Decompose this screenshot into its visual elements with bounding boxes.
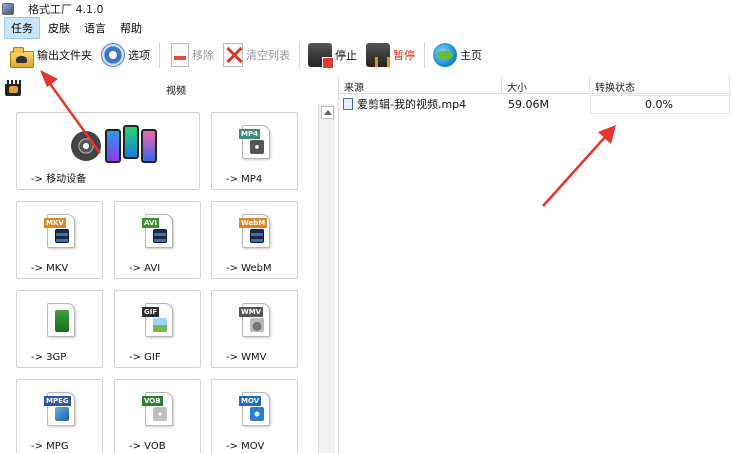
clear-list-label: 清空列表: [246, 49, 290, 62]
task-list: 来源 大小 转换状态 爱剪辑-我的视频.mp4 59.06M 0.0%: [338, 76, 732, 453]
tile-caption: -> VOB: [129, 441, 166, 452]
tile-caption: -> MPG: [31, 441, 69, 452]
tile-caption: -> MKV: [31, 263, 69, 274]
gif-file-icon: GIF: [142, 303, 173, 337]
output-folder-label: 输出文件夹: [37, 49, 92, 62]
video-category-panel: 视频 -> 移动设备 MP4 -> MP4 MKV -> MKV AVI -> …: [0, 76, 335, 453]
title-bar: 格式工厂 4.1.0: [0, 0, 732, 18]
mov-file-icon: MOV: [239, 392, 270, 426]
home-button[interactable]: 主页: [429, 40, 487, 70]
home-label: 主页: [460, 49, 482, 62]
options-label: 选项: [128, 49, 150, 62]
remove-label: 移除: [192, 49, 214, 62]
column-size[interactable]: 大小: [502, 76, 590, 94]
tile-caption: -> 3GP: [31, 352, 67, 363]
mobile-devices-icon: [71, 125, 171, 165]
task-list-header: 来源 大小 转换状态: [339, 76, 732, 94]
3gp-file-icon: [47, 303, 75, 337]
toolbar-separator: [299, 42, 300, 68]
toolbar: 输出文件夹 选项 移除 清空列表 停止 暂停 主页: [0, 38, 732, 72]
tile-mov[interactable]: MOV -> MOV: [211, 379, 298, 453]
tile-mkv[interactable]: MKV -> MKV: [16, 201, 103, 279]
pause-button[interactable]: 暂停: [362, 40, 420, 70]
tile-webm[interactable]: WebM -> WebM: [211, 201, 298, 279]
stop-label: 停止: [335, 49, 357, 62]
tile-avi[interactable]: AVI -> AVI: [114, 201, 201, 279]
options-button[interactable]: 选项: [97, 40, 155, 70]
menu-language[interactable]: 语言: [78, 18, 112, 38]
stop-icon: [308, 43, 334, 69]
tile-caption: -> MOV: [226, 441, 265, 452]
tile-caption: -> WMV: [226, 352, 267, 363]
remove-button[interactable]: 移除: [164, 40, 219, 70]
avi-file-icon: AVI: [142, 214, 173, 248]
window-title: 格式工厂 4.1.0: [28, 3, 104, 16]
format-tile-grid: -> 移动设备 MP4 -> MP4 MKV -> MKV AVI -> AVI…: [0, 100, 318, 453]
output-folder-button[interactable]: 输出文件夹: [6, 40, 97, 70]
remove-icon: [171, 43, 189, 67]
toolbar-separator: [159, 42, 160, 68]
format-grid-scrollbar[interactable]: [318, 104, 335, 453]
column-source[interactable]: 来源: [339, 76, 502, 94]
task-source: 爱剪辑-我的视频.mp4: [357, 98, 467, 111]
pause-icon: [366, 43, 390, 67]
stop-button[interactable]: 停止: [304, 40, 362, 70]
tile-caption: -> GIF: [129, 352, 161, 363]
video-clapper-icon: [5, 80, 21, 96]
globe-icon: [433, 43, 457, 67]
task-status: 0.0%: [590, 94, 730, 114]
folder-icon: [10, 46, 34, 68]
pause-label: 暂停: [393, 49, 415, 62]
tile-caption: -> WebM: [226, 263, 272, 274]
toolbar-separator: [424, 42, 425, 68]
menu-skin[interactable]: 皮肤: [42, 18, 76, 38]
task-source-cell: 爱剪辑-我的视频.mp4: [339, 94, 502, 114]
column-status[interactable]: 转换状态: [590, 76, 730, 94]
menu-task[interactable]: 任务: [4, 17, 40, 39]
wmv-file-icon: WMV: [239, 303, 270, 337]
table-row[interactable]: 爱剪辑-我的视频.mp4 59.06M 0.0%: [339, 94, 732, 114]
video-category-title: 视频: [166, 86, 186, 97]
menu-help[interactable]: 帮助: [114, 18, 148, 38]
webm-file-icon: WebM: [239, 214, 270, 248]
mp4-file-icon: MP4: [239, 125, 270, 159]
clear-list-button[interactable]: 清空列表: [219, 40, 295, 70]
tile-wmv[interactable]: WMV -> WMV: [211, 290, 298, 368]
mpg-file-icon: MPEG: [44, 392, 75, 426]
tile-caption: -> MP4: [226, 174, 263, 185]
tile-caption: -> 移动设备: [31, 174, 87, 185]
tile-mobile-devices[interactable]: -> 移动设备: [16, 112, 200, 190]
tile-gif[interactable]: GIF -> GIF: [114, 290, 201, 368]
scroll-up-arrow-icon[interactable]: [321, 106, 334, 119]
video-category-header[interactable]: 视频: [0, 76, 335, 100]
app-icon: [2, 3, 14, 15]
tile-mpg[interactable]: MPEG -> MPG: [16, 379, 103, 453]
clear-list-icon: [223, 43, 243, 67]
task-size: 59.06M: [508, 97, 549, 111]
tile-caption: -> AVI: [129, 263, 161, 274]
options-icon: [101, 43, 125, 67]
menu-bar: 任务 皮肤 语言 帮助: [0, 17, 732, 39]
tile-mp4[interactable]: MP4 -> MP4: [211, 112, 298, 190]
vob-file-icon: VOB: [142, 392, 173, 426]
mkv-file-icon: MKV: [44, 214, 75, 248]
video-file-icon: [343, 98, 353, 110]
tile-3gp[interactable]: -> 3GP: [16, 290, 103, 368]
tile-vob[interactable]: VOB -> VOB: [114, 379, 201, 453]
